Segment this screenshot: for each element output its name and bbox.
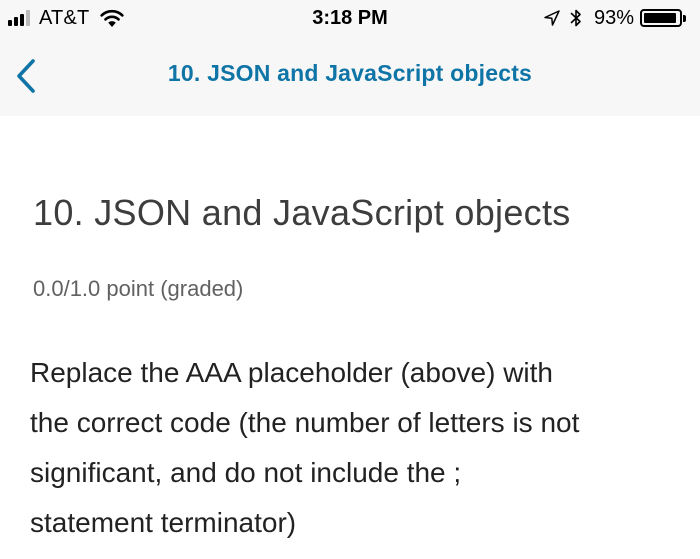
problem-prompt: Replace the AAA placeholder (above) with… [30, 348, 690, 548]
nav-bar: 10. JSON and JavaScript objects [0, 36, 700, 116]
battery-cap [683, 14, 686, 22]
status-right: 93% [544, 7, 686, 29]
prompt-line: statement terminator) [30, 507, 297, 538]
status-bar: AT&T 3:18 PM 93% [0, 0, 700, 36]
nav-title: 10. JSON and JavaScript objects [167, 60, 533, 86]
bluetooth-icon [570, 9, 581, 27]
battery-fill [644, 13, 676, 23]
problem-title: 10. JSON and JavaScript objects [33, 192, 571, 233]
prompt-line: Replace the AAA placeholder (above) with [30, 357, 553, 388]
points-label: 0.0/1.0 point (graded) [33, 276, 244, 301]
location-arrow-icon [544, 10, 560, 26]
problem-content: 10. JSON and JavaScript objects 0.0/1.0 … [0, 116, 700, 559]
battery-percent: 93% [593, 6, 634, 29]
prompt-line: significant, and do not include the ; [30, 457, 462, 488]
prompt-line: the correct code (the number of letters … [30, 407, 580, 438]
battery-icon [640, 9, 682, 27]
